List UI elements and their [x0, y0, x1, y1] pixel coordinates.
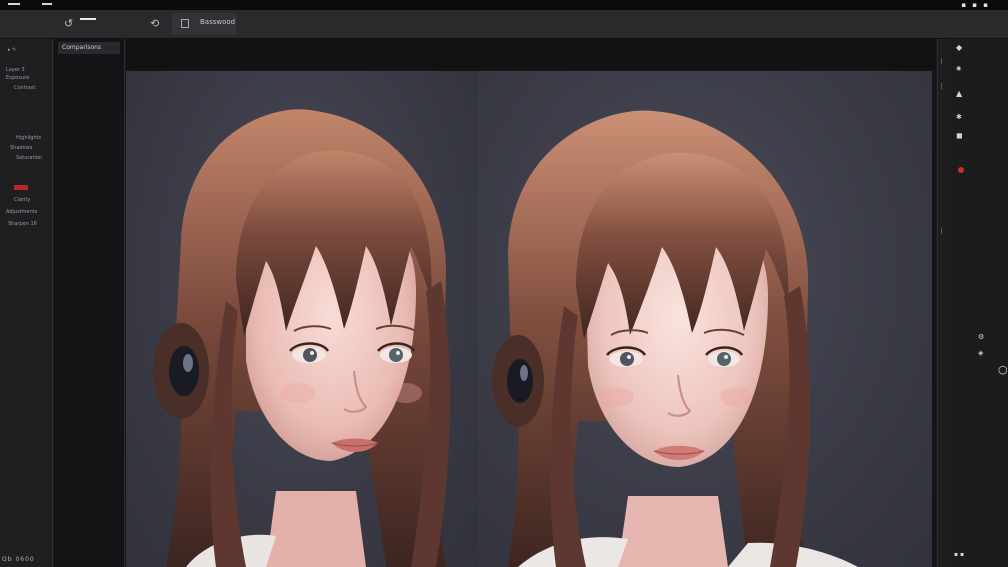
after-image: [478, 71, 932, 567]
status-readout: Ob 0600: [2, 556, 35, 563]
comparisons-panel: Comparisons: [54, 39, 125, 567]
portrait-before: [153, 109, 451, 567]
system-bar: ▪ ▪ ▪: [0, 0, 1008, 10]
eye-icon[interactable]: ◉: [956, 65, 961, 72]
window-menu-icon-2[interactable]: [42, 3, 52, 5]
history-icon[interactable]: ⟲: [150, 17, 159, 31]
footer-icons[interactable]: ▪ ▪: [954, 551, 964, 558]
canvas-header: [126, 39, 936, 69]
adjustment-label[interactable]: Clarity: [14, 197, 30, 203]
ring-icon[interactable]: ○: [998, 363, 1008, 376]
ruler-icon: ┆: [940, 84, 944, 90]
toolbar-group-label: Basswood: [200, 18, 236, 26]
pen-icon[interactable]: ◼: [956, 131, 963, 140]
portrait-after: [492, 110, 858, 567]
brush-icon[interactable]: ◆: [956, 43, 962, 52]
adjustment-label[interactable]: Shadows: [10, 145, 32, 151]
top-toolbar: ↺ ⟲ Basswood: [0, 10, 1008, 39]
rotate-icon[interactable]: ↺: [64, 17, 73, 31]
canvas-area: [126, 39, 936, 567]
adjustment-label[interactable]: Contrast: [14, 85, 35, 91]
adjustment-label[interactable]: Highlights: [16, 135, 41, 141]
image-canvas[interactable]: [126, 71, 932, 567]
layer-icon: [181, 19, 189, 28]
diamond-icon[interactable]: ◈: [978, 349, 983, 357]
panel-header-icons[interactable]: ▸ ✎: [8, 47, 16, 53]
scroll-strip[interactable]: ┆ ┆ ┆: [937, 39, 950, 567]
clipping-warning-swatch[interactable]: [14, 185, 28, 190]
adjustment-label[interactable]: Adjustments: [6, 209, 37, 215]
toolbar-divider: [80, 18, 96, 20]
adjustments-panel: ▸ ✎ Layer 3 Exposure Contrast Highlights…: [0, 39, 53, 567]
adjustment-label[interactable]: Exposure: [6, 75, 29, 81]
window-controls[interactable]: ▪ ▪ ▪: [961, 1, 990, 9]
gear-icon[interactable]: ⚙: [978, 333, 984, 341]
mask-icon[interactable]: ▲: [956, 89, 962, 98]
toolbar-group-button[interactable]: Basswood: [172, 13, 236, 35]
tab-label: Comparisons: [62, 44, 102, 51]
before-image: [126, 71, 478, 567]
color-dot-icon[interactable]: [958, 167, 964, 173]
properties-panel: ◆ ◉ ▲ ✱ ◼ ⚙ ◈ ○ ▪ ▪: [950, 39, 1008, 567]
ruler-icon: ┆: [940, 229, 944, 235]
ruler-icon: ┆: [940, 59, 944, 65]
tab-comparisons[interactable]: Comparisons: [58, 42, 120, 54]
window-menu-icon[interactable]: [8, 3, 20, 5]
stamp-icon[interactable]: ✱: [956, 113, 962, 121]
adjustment-label[interactable]: Saturation: [16, 155, 42, 161]
adjustment-label[interactable]: Sharpen 16: [8, 221, 37, 227]
adjustment-label[interactable]: Layer 3: [6, 67, 25, 73]
